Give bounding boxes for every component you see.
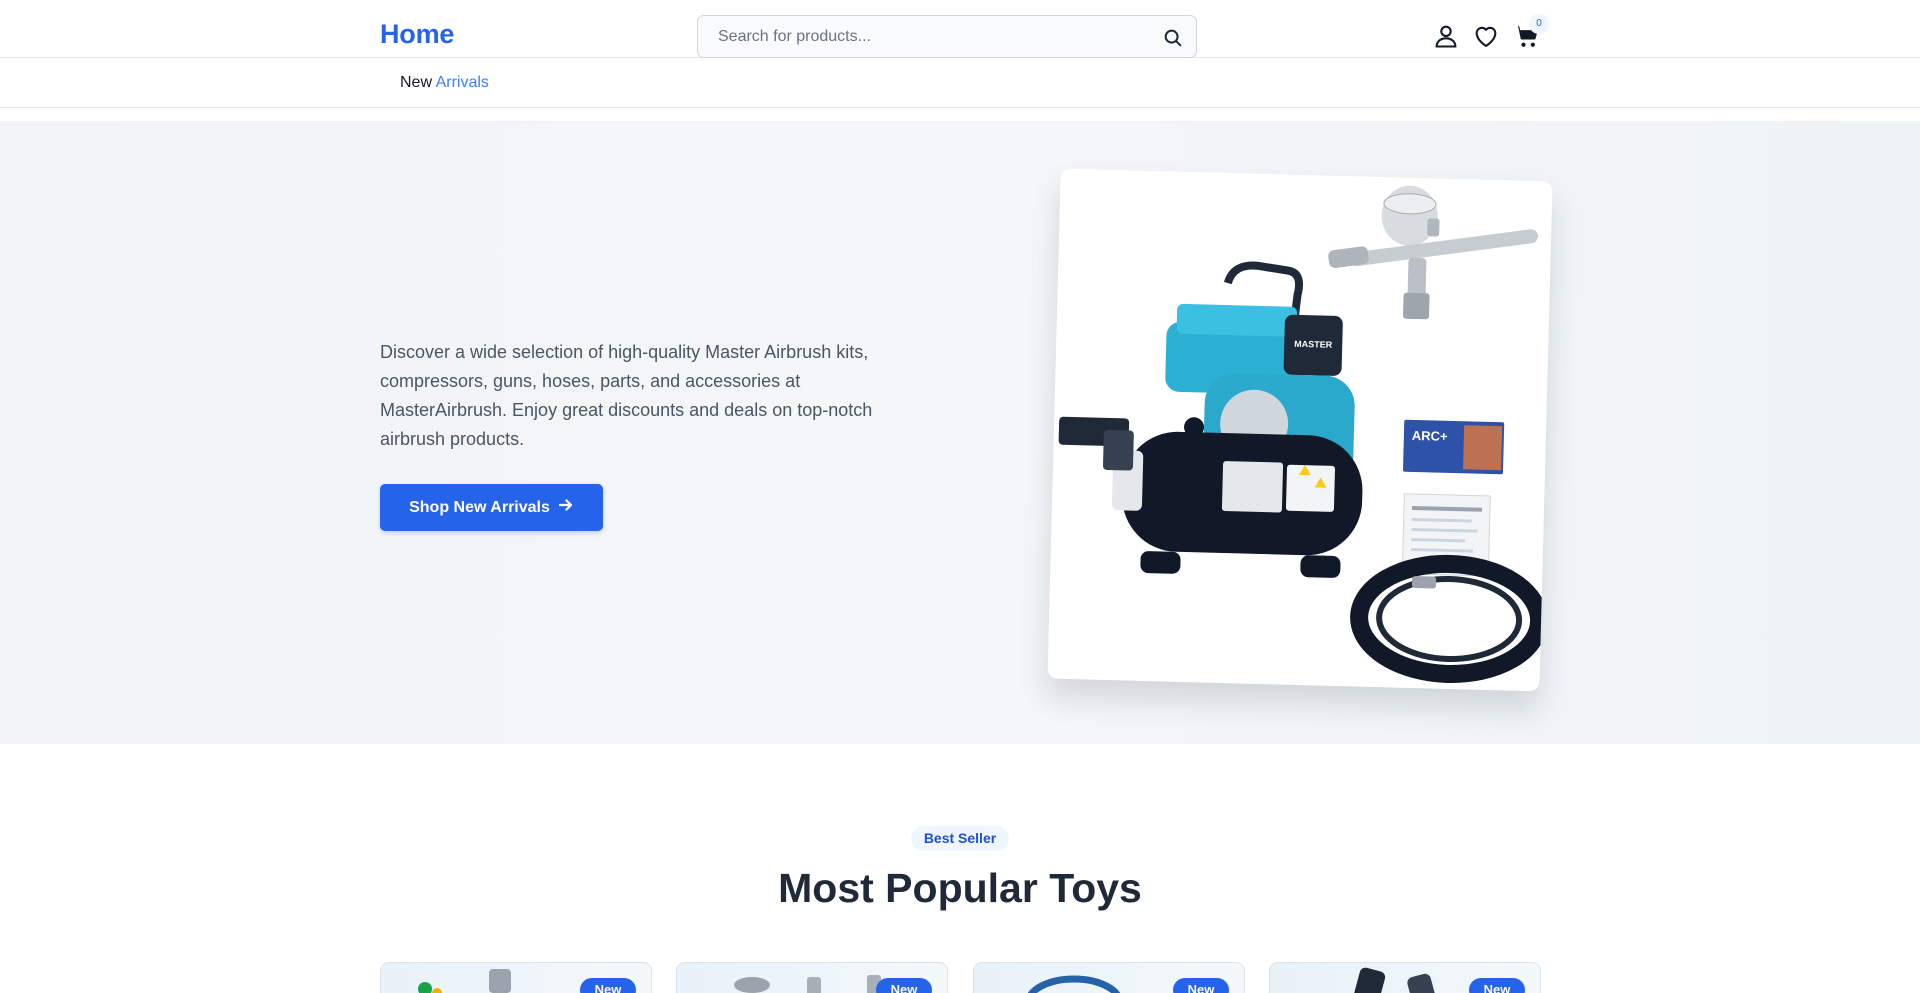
product-card[interactable]: New (973, 962, 1245, 993)
compressor-brand-label: MASTER (1294, 339, 1333, 350)
hose-coil-illustration (1350, 554, 1549, 683)
product-card[interactable]: New (1269, 962, 1541, 993)
new-badge: New (876, 978, 932, 993)
hero-product-image: MASTER ARC+ (1047, 168, 1553, 692)
cart-count-badge: 0 (1529, 14, 1549, 34)
cta-label: Shop New Arrivals (409, 498, 550, 516)
hero-description: Discover a wide selection of high-qualit… (380, 342, 873, 449)
best-seller-pill: Best Seller (911, 826, 1009, 851)
site-logo[interactable]: Home (380, 19, 454, 50)
nav-new-arrivals-link[interactable]: New Arrivals (400, 74, 489, 92)
airbrush-gun-illustration (1328, 185, 1539, 320)
search-input[interactable] (698, 16, 1196, 57)
arrow-right-icon (558, 497, 574, 518)
nav-link-prefix: New (400, 74, 433, 91)
product-card[interactable]: New (380, 962, 652, 993)
nav-link-accent: Arrivals (435, 74, 489, 91)
new-badge: New (1173, 978, 1229, 993)
arc-box-illustration: ARC+ (1402, 419, 1505, 475)
user-icon[interactable] (1432, 22, 1460, 50)
search-bar (697, 15, 1197, 58)
shop-new-arrivals-button[interactable]: Shop New Arrivals (380, 484, 603, 531)
sub-navigation: New Arrivals (0, 59, 1920, 108)
hero-section: Discover a wide selection of high-qualit… (0, 123, 1920, 744)
product-card[interactable]: New (676, 962, 948, 993)
site-header: Home 0 (0, 0, 1920, 58)
section-title: Most Popular Toys (778, 865, 1142, 911)
compressor-illustration: MASTER (1058, 261, 1363, 578)
new-badge: New (580, 978, 636, 993)
new-badge: New (1469, 978, 1525, 993)
box-brand-label: ARC+ (1412, 428, 1449, 444)
search-icon[interactable] (1162, 27, 1184, 49)
heart-icon[interactable] (1472, 22, 1500, 50)
